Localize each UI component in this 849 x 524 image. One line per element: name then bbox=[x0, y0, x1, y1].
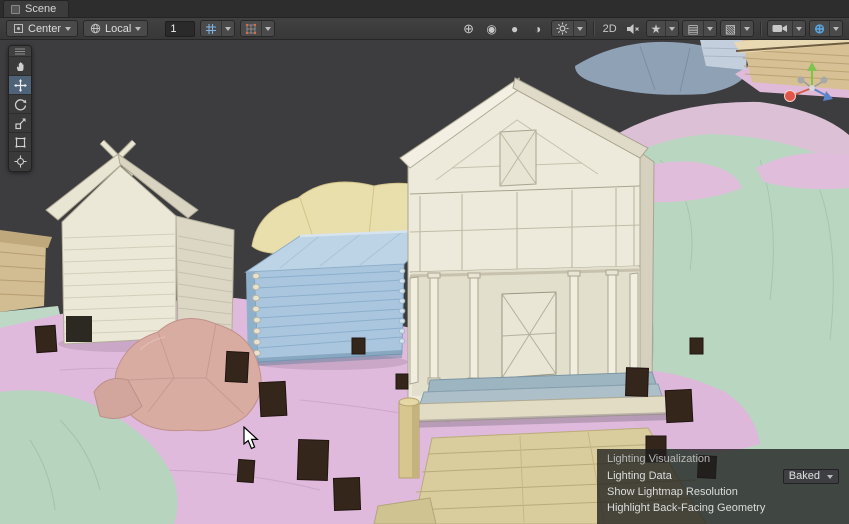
highlight-backfacing-label: Highlight Back-Facing Geometry bbox=[607, 502, 765, 514]
rotate-icon bbox=[14, 98, 27, 111]
gizmos-split-button[interactable]: ⊕ bbox=[809, 20, 843, 37]
lighting-panel-title: Lighting Visualization bbox=[607, 453, 839, 468]
lighting-data-value: Baked bbox=[789, 470, 820, 482]
draw-mode-button[interactable]: ⊕ bbox=[459, 20, 479, 37]
highlight-backfacing-row[interactable]: Highlight Back-Facing Geometry bbox=[607, 500, 839, 516]
chevron-down-icon bbox=[65, 27, 71, 31]
handle-space-label: Local bbox=[105, 23, 131, 35]
chevron-down-icon bbox=[135, 27, 141, 31]
crosshair-circle-icon: ⊕ bbox=[463, 22, 474, 35]
grid-snap-split-button[interactable] bbox=[200, 20, 235, 37]
camera-split-button[interactable] bbox=[767, 20, 806, 37]
scene-lighting-split-button[interactable] bbox=[551, 20, 587, 37]
layers-options[interactable] bbox=[703, 21, 716, 36]
layers-icon[interactable]: ▤ bbox=[683, 21, 702, 36]
shaded-orb-button[interactable]: ● bbox=[505, 20, 525, 37]
unity-scene-view-window: Scene Center Local bbox=[0, 0, 849, 524]
pivot-mode-dropdown[interactable]: Center bbox=[6, 20, 78, 37]
pivot-mode-label: Center bbox=[28, 23, 61, 35]
tab-scene[interactable]: Scene bbox=[3, 0, 69, 17]
grid-snap-icon[interactable] bbox=[201, 21, 221, 36]
scene-tab-icon bbox=[11, 5, 20, 14]
tool-strip bbox=[8, 45, 32, 172]
rect-tool-button[interactable] bbox=[9, 133, 31, 152]
tab-bar: Scene bbox=[0, 0, 849, 18]
snap-increment-field[interactable] bbox=[165, 21, 195, 37]
pivot-icon bbox=[13, 23, 24, 34]
show-lightmap-resolution-label: Show Lightmap Resolution bbox=[607, 486, 738, 498]
handle-space-dropdown[interactable]: Local bbox=[83, 20, 148, 37]
tab-label: Scene bbox=[25, 3, 56, 15]
effects-options[interactable] bbox=[665, 21, 678, 36]
cylinder-post[interactable] bbox=[399, 398, 419, 478]
transform-tool-button[interactable] bbox=[9, 152, 31, 171]
view-options-cluster: ⊕ ◉ ● ◑ 2D bbox=[459, 20, 843, 37]
scene-lighting-options[interactable] bbox=[573, 21, 586, 36]
hatched-square-icon[interactable]: ▧ bbox=[721, 21, 740, 36]
audio-toggle-button[interactable] bbox=[623, 20, 643, 37]
wireframe-orb-button[interactable]: ◉ bbox=[482, 20, 502, 37]
tool-strip-grip[interactable] bbox=[9, 46, 31, 57]
filled-circle-icon: ● bbox=[511, 23, 518, 35]
2d-toggle-button[interactable]: 2D bbox=[600, 20, 620, 37]
gizmos-options[interactable] bbox=[829, 21, 842, 36]
lighting-data-row: Lighting Data Baked bbox=[607, 468, 839, 484]
pan-tool-button[interactable] bbox=[9, 57, 31, 76]
lighting-visualization-panel: Lighting Visualization Lighting Data Bak… bbox=[597, 449, 849, 524]
toolbar-separator bbox=[593, 22, 594, 36]
star-icon[interactable]: ★ bbox=[647, 21, 666, 36]
shadow-orb-button[interactable]: ◑ bbox=[528, 20, 548, 37]
toolbar-separator bbox=[760, 22, 761, 36]
camera-options[interactable] bbox=[792, 21, 805, 36]
snap-settings-icon[interactable] bbox=[241, 21, 261, 36]
show-lightmap-resolution-row[interactable]: Show Lightmap Resolution bbox=[607, 484, 839, 500]
move-arrows-icon bbox=[14, 79, 27, 92]
globe-icon bbox=[90, 23, 101, 34]
overlay-options[interactable] bbox=[740, 21, 753, 36]
layers-split-button[interactable]: ▤ bbox=[682, 20, 716, 37]
half-circle-icon: ◑ bbox=[534, 23, 541, 35]
overlay-split-button[interactable]: ▧ bbox=[720, 20, 754, 37]
scale-icon bbox=[14, 117, 27, 130]
blue-target-icon[interactable]: ⊕ bbox=[810, 21, 829, 36]
camera-icon[interactable] bbox=[768, 21, 792, 36]
effects-split-button[interactable]: ★ bbox=[646, 20, 680, 37]
rotate-tool-button[interactable] bbox=[9, 95, 31, 114]
chevron-down-icon bbox=[827, 475, 833, 479]
scale-tool-button[interactable] bbox=[9, 114, 31, 133]
sun-icon[interactable] bbox=[552, 21, 573, 36]
2d-label: 2D bbox=[603, 23, 617, 35]
rect-tool-icon bbox=[14, 136, 27, 149]
speaker-mute-icon bbox=[626, 23, 640, 35]
transform-icon bbox=[14, 155, 27, 168]
grid-snap-options[interactable] bbox=[221, 21, 234, 36]
snap-settings-split-button[interactable] bbox=[240, 20, 275, 37]
scene-toolbar: Center Local bbox=[0, 18, 849, 40]
scene-viewport[interactable]: Lighting Visualization Lighting Data Bak… bbox=[0, 40, 849, 524]
lighting-data-dropdown[interactable]: Baked bbox=[783, 469, 839, 484]
lighting-data-label: Lighting Data bbox=[607, 470, 672, 482]
move-tool-button[interactable] bbox=[9, 76, 31, 95]
fisheye-icon: ◉ bbox=[486, 23, 496, 35]
snap-settings-options[interactable] bbox=[261, 21, 274, 36]
hand-icon bbox=[14, 60, 27, 73]
